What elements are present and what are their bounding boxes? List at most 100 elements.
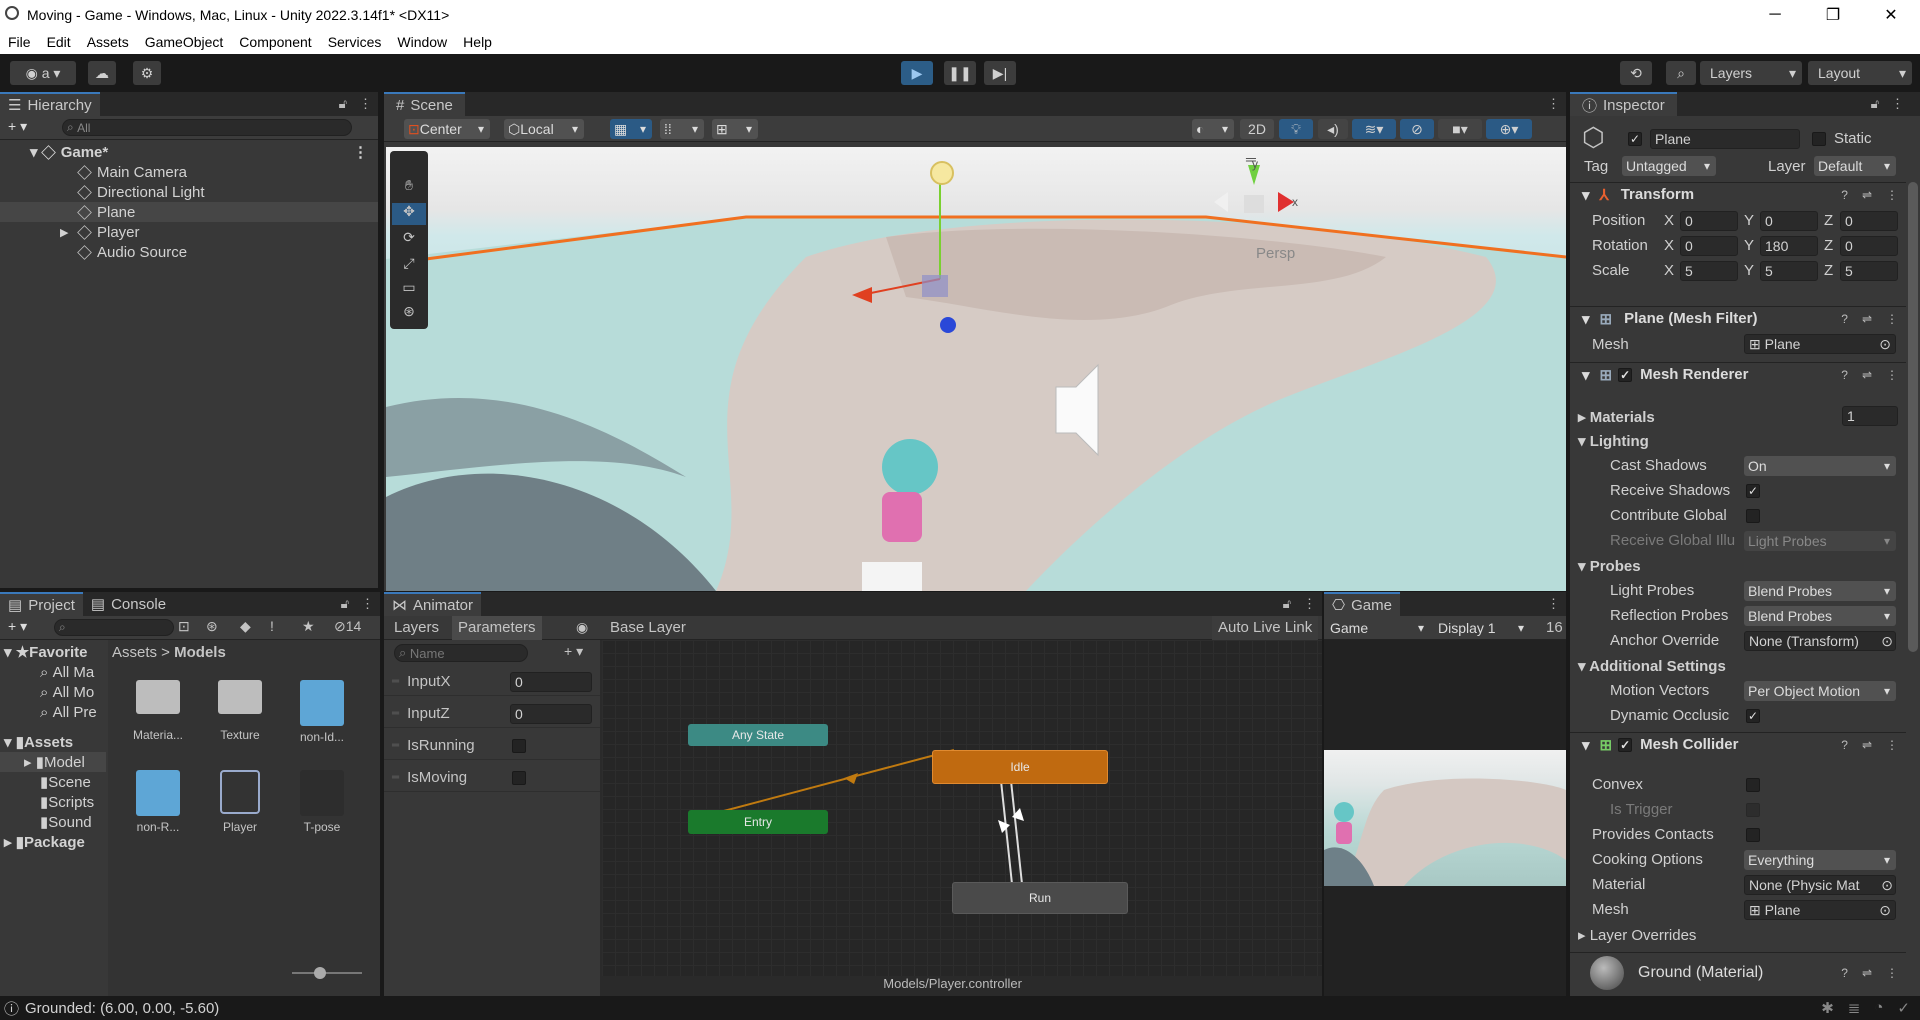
cooking-options-dropdown[interactable]: Everything: [1744, 850, 1896, 870]
provides-contacts-checkbox[interactable]: [1746, 828, 1760, 842]
scale-z-field[interactable]: 5: [1840, 261, 1898, 281]
lock-icon[interactable]: 🔓︎: [339, 96, 347, 112]
layer-overrides-foldout[interactable]: ▸ Layer Overrides: [1578, 926, 1696, 944]
history-button[interactable]: ⟲: [1620, 61, 1652, 85]
preset-icon[interactable]: ⇌: [1862, 312, 1872, 326]
rotation-x-field[interactable]: 0: [1680, 236, 1738, 256]
parameter-value-field[interactable]: 0: [510, 672, 592, 692]
menu-file[interactable]: File: [0, 34, 39, 50]
preset-icon[interactable]: ⇌: [1862, 738, 1872, 752]
light-probes-dropdown[interactable]: Blend Probes: [1744, 581, 1896, 601]
help-icon[interactable]: ?: [1841, 966, 1848, 980]
asset-folder[interactable]: ▮ Sound: [0, 812, 106, 832]
step-button[interactable]: ▶|: [984, 61, 1016, 85]
progress-icon[interactable]: ◔: [1874, 999, 1883, 1017]
play-button[interactable]: ▶: [901, 61, 933, 85]
cache-icon[interactable]: ≣: [1848, 999, 1861, 1017]
camera-dropdown[interactable]: ■▾: [1438, 119, 1482, 139]
idle-state-node[interactable]: Idle: [932, 750, 1108, 784]
parameter-row[interactable]: ═ IsMoving: [384, 764, 600, 792]
kebab-menu-icon[interactable]: ⋮: [1891, 96, 1904, 112]
tab-layers[interactable]: Layers: [394, 619, 439, 636]
rotate-tool-button[interactable]: ⟳: [396, 229, 422, 251]
favorite-item[interactable]: ⌕ All Mo: [0, 682, 106, 702]
display-dropdown[interactable]: Display 1: [1434, 618, 1530, 638]
asset-folder[interactable]: ▸ ▮ Model: [0, 752, 106, 772]
layout-dropdown[interactable]: Layout ▾: [1808, 61, 1912, 85]
collider-mesh-field[interactable]: ⊞ Plane ⊙: [1744, 900, 1896, 920]
convex-checkbox[interactable]: [1746, 778, 1760, 792]
ruler-button[interactable]: ⊞: [712, 119, 758, 139]
motion-vectors-dropdown[interactable]: Per Object Motion: [1744, 681, 1896, 701]
active-checkbox[interactable]: ✓: [1628, 132, 1642, 146]
minimize-button[interactable]: ─: [1746, 0, 1804, 29]
target-icon[interactable]: ⊙: [1881, 633, 1893, 650]
cloud-button[interactable]: ☁: [88, 61, 116, 85]
run-state-node[interactable]: Run: [952, 882, 1128, 914]
alert-icon[interactable]: !: [270, 618, 274, 634]
menu-assets[interactable]: Assets: [79, 34, 137, 50]
collab-button[interactable]: ⚙: [133, 61, 161, 85]
star-icon[interactable]: ★: [302, 618, 315, 635]
hierarchy-item[interactable]: Main Camera: [0, 162, 378, 182]
asset-folder[interactable]: ▮ Scripts: [0, 792, 106, 812]
drag-handle-icon[interactable]: ═: [392, 740, 399, 751]
game-viewport[interactable]: [1324, 750, 1566, 886]
snap-increment-button[interactable]: ⁞⁞: [660, 119, 704, 139]
projection-label[interactable]: Persp: [1256, 245, 1295, 262]
inspector-scrollbar[interactable]: [1908, 182, 1918, 652]
kebab-menu-icon[interactable]: ⋮: [1547, 596, 1560, 612]
gizmos-dropdown[interactable]: ⊕▾: [1486, 119, 1532, 139]
rect-tool-button[interactable]: ▭: [396, 279, 422, 301]
kebab-menu-icon[interactable]: ⋮: [359, 96, 372, 112]
lighting-toggle-button[interactable]: 💡︎: [1279, 119, 1313, 139]
assets-foldout[interactable]: ▾ ▮ Assets: [0, 732, 106, 752]
materials-foldout[interactable]: ▸ Materials: [1578, 408, 1655, 426]
tab-project[interactable]: ▤ Project: [0, 592, 83, 616]
hand-tool-button[interactable]: ✋︎: [396, 177, 422, 199]
auto-live-link-button[interactable]: Auto Live Link: [1212, 616, 1319, 640]
menu-help[interactable]: Help: [455, 34, 500, 50]
preset-icon[interactable]: ⇌: [1862, 966, 1872, 980]
hierarchy-item[interactable]: Directional Light: [0, 182, 378, 202]
materials-count-field[interactable]: 1: [1842, 406, 1898, 426]
kebab-menu-icon[interactable]: ⋮: [1303, 596, 1316, 612]
create-button[interactable]: + ▾: [8, 118, 27, 135]
tag-dropdown[interactable]: Untagged: [1622, 156, 1716, 176]
target-icon[interactable]: ⊙: [1879, 336, 1891, 353]
tab-hierarchy[interactable]: ☰ Hierarchy: [0, 92, 100, 116]
layers-dropdown[interactable]: Layers ▾: [1700, 61, 1802, 85]
effects-dropdown[interactable]: ≋▾: [1352, 119, 1396, 139]
hamburger-icon[interactable]: ═: [1246, 151, 1256, 167]
favorite-item[interactable]: ⌕ All Ma: [0, 662, 106, 682]
status-text[interactable]: Grounded: (6.00, 0.00, -5.60): [25, 1000, 219, 1017]
close-button[interactable]: ✕: [1862, 0, 1920, 29]
label-icon[interactable]: ◆: [240, 618, 251, 635]
packages-foldout[interactable]: ▸ ▮ Package: [0, 832, 106, 852]
mesh-collider-header[interactable]: ▾ ⊞ ✓ Mesh Collider? ⇌ ⋮: [1570, 732, 1906, 756]
pause-button[interactable]: ❚❚: [944, 61, 976, 85]
mesh-filter-header[interactable]: ▾ ⊞ Plane (Mesh Filter)? ⇌ ⋮: [1570, 306, 1906, 330]
audio-toggle-button[interactable]: ◂): [1318, 119, 1348, 139]
kebab-menu-icon[interactable]: ⋮: [1886, 188, 1898, 202]
hierarchy-item[interactable]: Audio Source: [0, 242, 378, 262]
parameter-checkbox[interactable]: [512, 739, 526, 753]
hierarchy-search-input[interactable]: ⌕ All: [62, 119, 352, 136]
menu-services[interactable]: Services: [320, 34, 390, 50]
search-button[interactable]: ⌕: [1666, 61, 1696, 85]
tab-scene[interactable]: # Scene: [384, 92, 465, 116]
help-icon[interactable]: ?: [1841, 368, 1848, 382]
parameter-search-input[interactable]: ⌕ Name: [394, 644, 528, 662]
search-by-type-icon[interactable]: ⊡: [178, 618, 190, 635]
help-icon[interactable]: ?: [1841, 312, 1848, 326]
help-icon[interactable]: ?: [1841, 738, 1848, 752]
mesh-field[interactable]: ⊞ Plane ⊙: [1744, 334, 1896, 354]
scale-y-field[interactable]: 5: [1760, 261, 1818, 281]
draw-mode-dropdown[interactable]: ◐: [1192, 119, 1234, 139]
asset-item[interactable]: Materia...: [126, 680, 190, 742]
additional-settings-foldout[interactable]: ▾ Additional Settings: [1578, 657, 1726, 675]
base-layer-breadcrumb[interactable]: Base Layer: [610, 619, 686, 636]
create-button[interactable]: + ▾: [8, 618, 27, 635]
parameter-row[interactable]: ═ InputX 0: [384, 668, 600, 696]
hierarchy-item[interactable]: ▶ Player: [0, 222, 378, 242]
